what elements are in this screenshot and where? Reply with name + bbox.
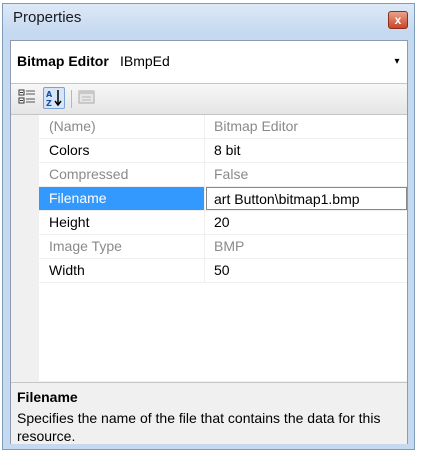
title-bar[interactable]: Properties x: [3, 4, 414, 32]
categorized-icon: [18, 89, 35, 104]
property-row-height[interactable]: Height 20: [39, 211, 407, 235]
filename-value-field[interactable]: art Button\bitmap1.bmp: [206, 187, 407, 210]
property-pages-icon: [78, 90, 95, 104]
property-pages-button[interactable]: [77, 87, 99, 109]
description-text: Specifies the name of the file that cont…: [17, 410, 381, 444]
property-value[interactable]: 8 bit: [206, 139, 407, 162]
description-pane: Filename Specifies the name of the file …: [11, 387, 407, 444]
toolbar: A Z: [11, 84, 407, 115]
object-name: Bitmap Editor: [17, 53, 109, 69]
property-name: (Name): [39, 115, 205, 138]
close-icon: x: [394, 13, 402, 27]
chevron-down-icon[interactable]: ▾: [391, 56, 403, 68]
property-value[interactable]: 50: [206, 259, 407, 282]
property-value: BMP: [214, 238, 245, 254]
svg-text:A: A: [46, 90, 53, 99]
categorized-button[interactable]: [17, 87, 39, 109]
description-title: Filename: [17, 389, 78, 405]
svg-text:Z: Z: [46, 99, 52, 108]
property-name: Compressed: [39, 163, 205, 186]
property-name: Filename: [39, 187, 205, 210]
property-row-compressed[interactable]: Compressed False: [39, 163, 407, 187]
property-value: False: [214, 166, 249, 182]
object-type: IBmpEd: [120, 53, 170, 69]
property-row-filename[interactable]: Filename art Button\bitmap1.bmp: [39, 187, 407, 211]
close-button[interactable]: x: [388, 11, 408, 29]
alphabetical-button[interactable]: A Z: [43, 87, 65, 109]
property-row-width[interactable]: Width 50: [39, 259, 407, 283]
property-name: Width: [39, 259, 205, 282]
property-name: Image Type: [39, 235, 205, 258]
properties-panel: Bitmap Editor IBmpEd ▾ A Z (Name) Bitmap…: [10, 40, 408, 444]
property-value: Bitmap Editor: [214, 118, 299, 134]
property-grid: (Name) Bitmap Editor Colors 8 bit Compre…: [11, 115, 407, 381]
toolbar-separator: [71, 90, 72, 108]
object-selector[interactable]: Bitmap Editor IBmpEd ▾: [11, 41, 407, 84]
window-title: Properties: [13, 9, 82, 26]
alphabetical-icon: A Z: [46, 90, 62, 108]
properties-window: Properties x Bitmap Editor IBmpEd ▾ A Z …: [2, 3, 415, 450]
property-value[interactable]: 20: [206, 211, 407, 234]
grid-gutter: [11, 115, 39, 381]
property-name: Colors: [39, 139, 205, 162]
property-row-image-type[interactable]: Image Type BMP: [39, 235, 407, 259]
property-row-name[interactable]: (Name) Bitmap Editor: [39, 115, 407, 139]
property-name: Height: [39, 211, 205, 234]
property-row-colors[interactable]: Colors 8 bit: [39, 139, 407, 163]
